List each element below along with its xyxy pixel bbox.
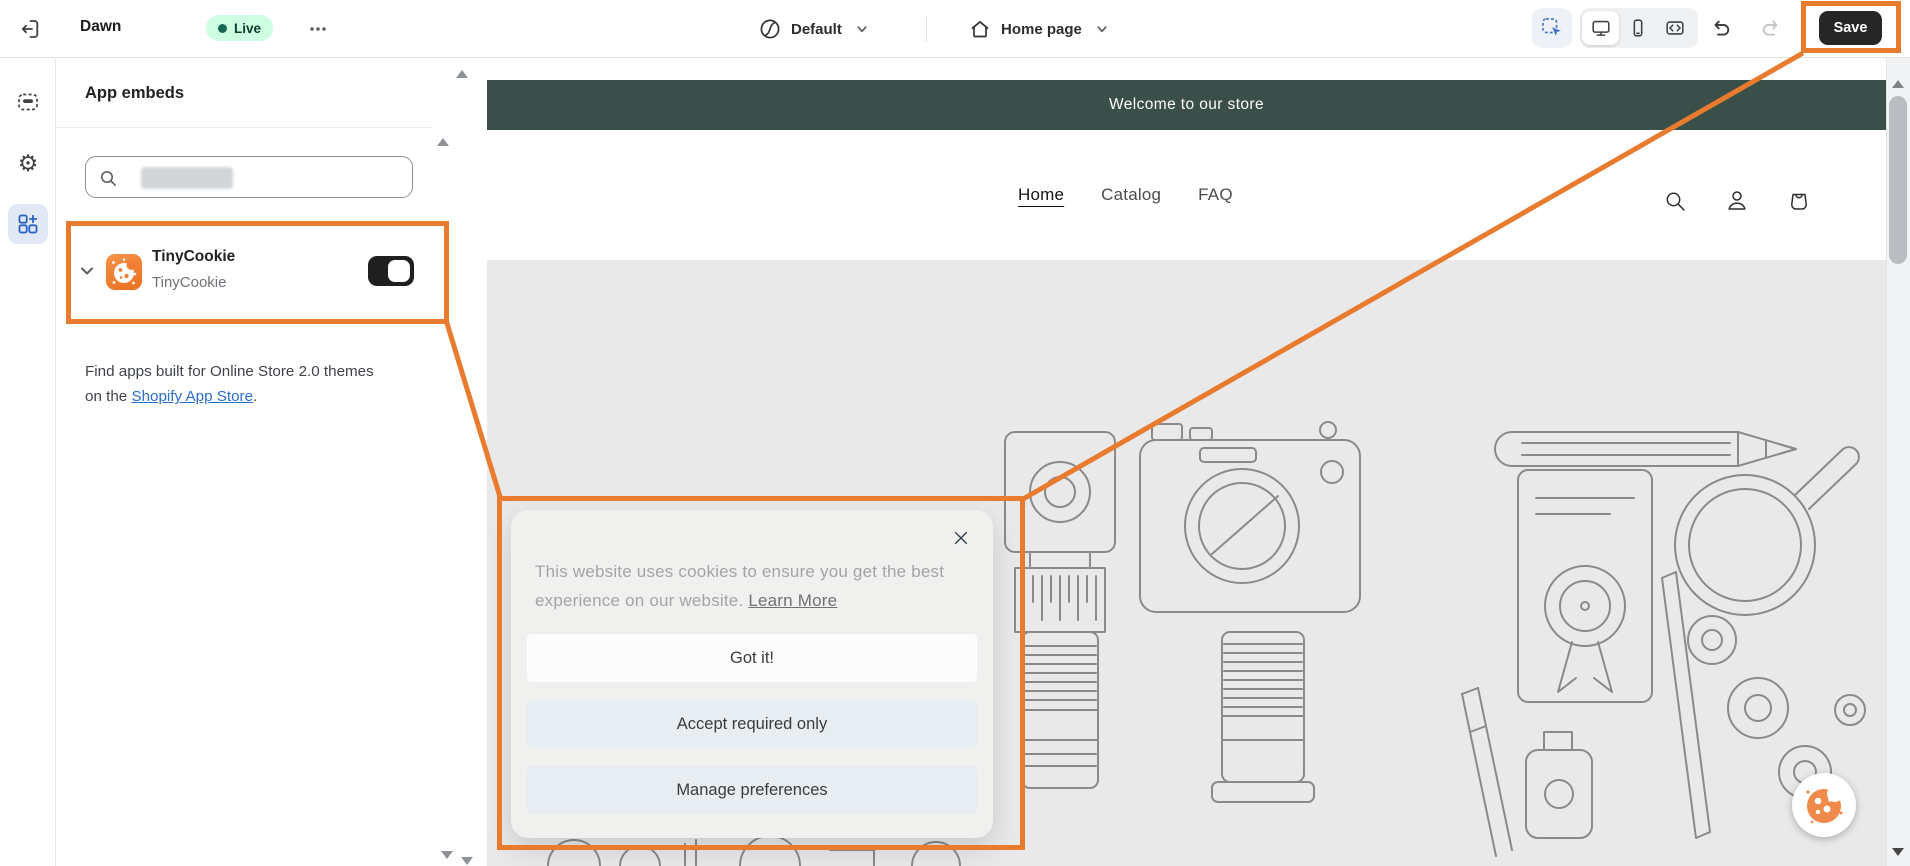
save-button[interactable]: Save [1819,11,1882,45]
embed-developer: TinyCookie [152,274,227,291]
locale-selector-label: Default [791,20,842,38]
panel-title: App embeds [85,84,185,102]
theme-editor: Dawn Live Default Home page Save ⚙ App e… [0,0,1910,866]
inspector-icon [1542,18,1561,36]
page-selector[interactable]: Home page [962,14,1119,44]
embed-name: TinyCookie [152,248,236,265]
desktop-preview-button[interactable] [1582,11,1619,45]
embed-toggle[interactable] [368,256,414,286]
shopify-app-store-link[interactable]: Shopify App Store [131,388,253,405]
device-preview-segmented [1580,8,1698,48]
inspect-element-button[interactable] [1532,8,1572,48]
scroll-up-arrow[interactable] [456,70,468,78]
cookie-icon [112,258,137,285]
announcement-bar: Welcome to our store [487,80,1886,130]
live-dot-icon [218,23,227,33]
sections-icon [18,93,38,111]
scrollbar-up-arrow[interactable] [1892,80,1904,88]
tinycookie-app-icon [106,254,142,290]
locale-selector[interactable]: Default [752,14,879,44]
cookie-message-text: This website uses cookies to ensure you … [535,562,945,610]
exit-editor-button[interactable] [15,13,47,45]
nav-link-faq[interactable]: FAQ [1198,185,1233,205]
toggle-knob [388,260,410,282]
accept-required-only-button[interactable]: Accept required only [527,700,977,748]
app-embeds-icon [18,214,38,234]
got-it-button[interactable]: Got it! [527,634,977,682]
embed-expand-chevron[interactable] [74,258,100,284]
exit-icon [21,20,39,38]
fullscreen-preview-button[interactable] [1656,11,1693,45]
scrollbar-down-arrow[interactable] [1892,848,1904,856]
mobile-preview-button[interactable] [1619,11,1656,45]
rail-theme-settings-button[interactable]: ⚙ [8,143,48,183]
theme-name: Dawn [80,18,122,35]
globe-icon [760,19,780,39]
rail-app-embeds-button[interactable] [8,204,48,244]
search-icon [1666,192,1685,211]
scroll-down-arrow[interactable] [441,851,453,859]
topbar: Dawn Live Default Home page Save [0,0,1910,58]
app-embeds-search[interactable] [85,156,413,198]
cart-bag-icon [1791,193,1807,210]
chevron-down-icon [81,267,93,275]
redo-button[interactable] [1756,14,1786,44]
close-icon [954,531,968,545]
footer-suffix: . [253,388,258,406]
home-icon [971,20,989,38]
undo-icon [1714,20,1730,36]
rail-sections-button[interactable] [8,82,48,122]
cookie-consent-dialog: This website uses cookies to ensure you … [511,510,993,838]
store-cart-button[interactable] [1782,184,1816,218]
store-account-button[interactable] [1720,184,1754,218]
live-badge-label: Live [234,20,262,36]
announcement-text: Welcome to our store [1108,96,1265,113]
panel-divider [56,127,433,128]
cookie-icon [1806,786,1843,824]
scroll-down-arrow[interactable] [461,857,473,865]
gear-icon: ⚙ [17,149,39,176]
page-selector-label: Home page [1001,20,1082,38]
nav-link-home[interactable]: Home [1018,185,1064,205]
redo-icon [1762,20,1778,36]
cookie-message: This website uses cookies to ensure you … [535,557,971,615]
scroll-up-arrow[interactable] [437,138,449,146]
nav-link-catalog[interactable]: Catalog [1101,185,1161,205]
search-icon [101,171,116,186]
store-nav: Home Catalog FAQ [1018,185,1233,205]
chevron-down-icon [1097,26,1107,33]
editor-rail: ⚙ [0,57,56,866]
preview-scrollbar-thumb[interactable] [1889,96,1907,264]
search-placeholder-skeleton [141,167,233,189]
learn-more-link[interactable]: Learn More [748,591,837,610]
more-options-button[interactable] [302,16,334,42]
topbar-divider [926,16,927,42]
chevron-down-icon [857,26,867,33]
panel-footer-text: Find apps built for Online Store 2.0 the… [85,359,387,409]
mobile-icon [1633,19,1642,37]
undo-button[interactable] [1706,14,1736,44]
dialog-close-button[interactable] [945,522,977,554]
cookie-settings-fab[interactable] [1792,773,1856,837]
store-search-button[interactable] [1658,184,1692,218]
ellipsis-icon [310,27,326,31]
account-icon [1728,191,1746,210]
desktop-icon [1591,20,1610,36]
manage-preferences-button[interactable]: Manage preferences [527,766,977,814]
fullscreen-icon [1665,21,1684,35]
live-status-badge: Live [206,15,274,41]
